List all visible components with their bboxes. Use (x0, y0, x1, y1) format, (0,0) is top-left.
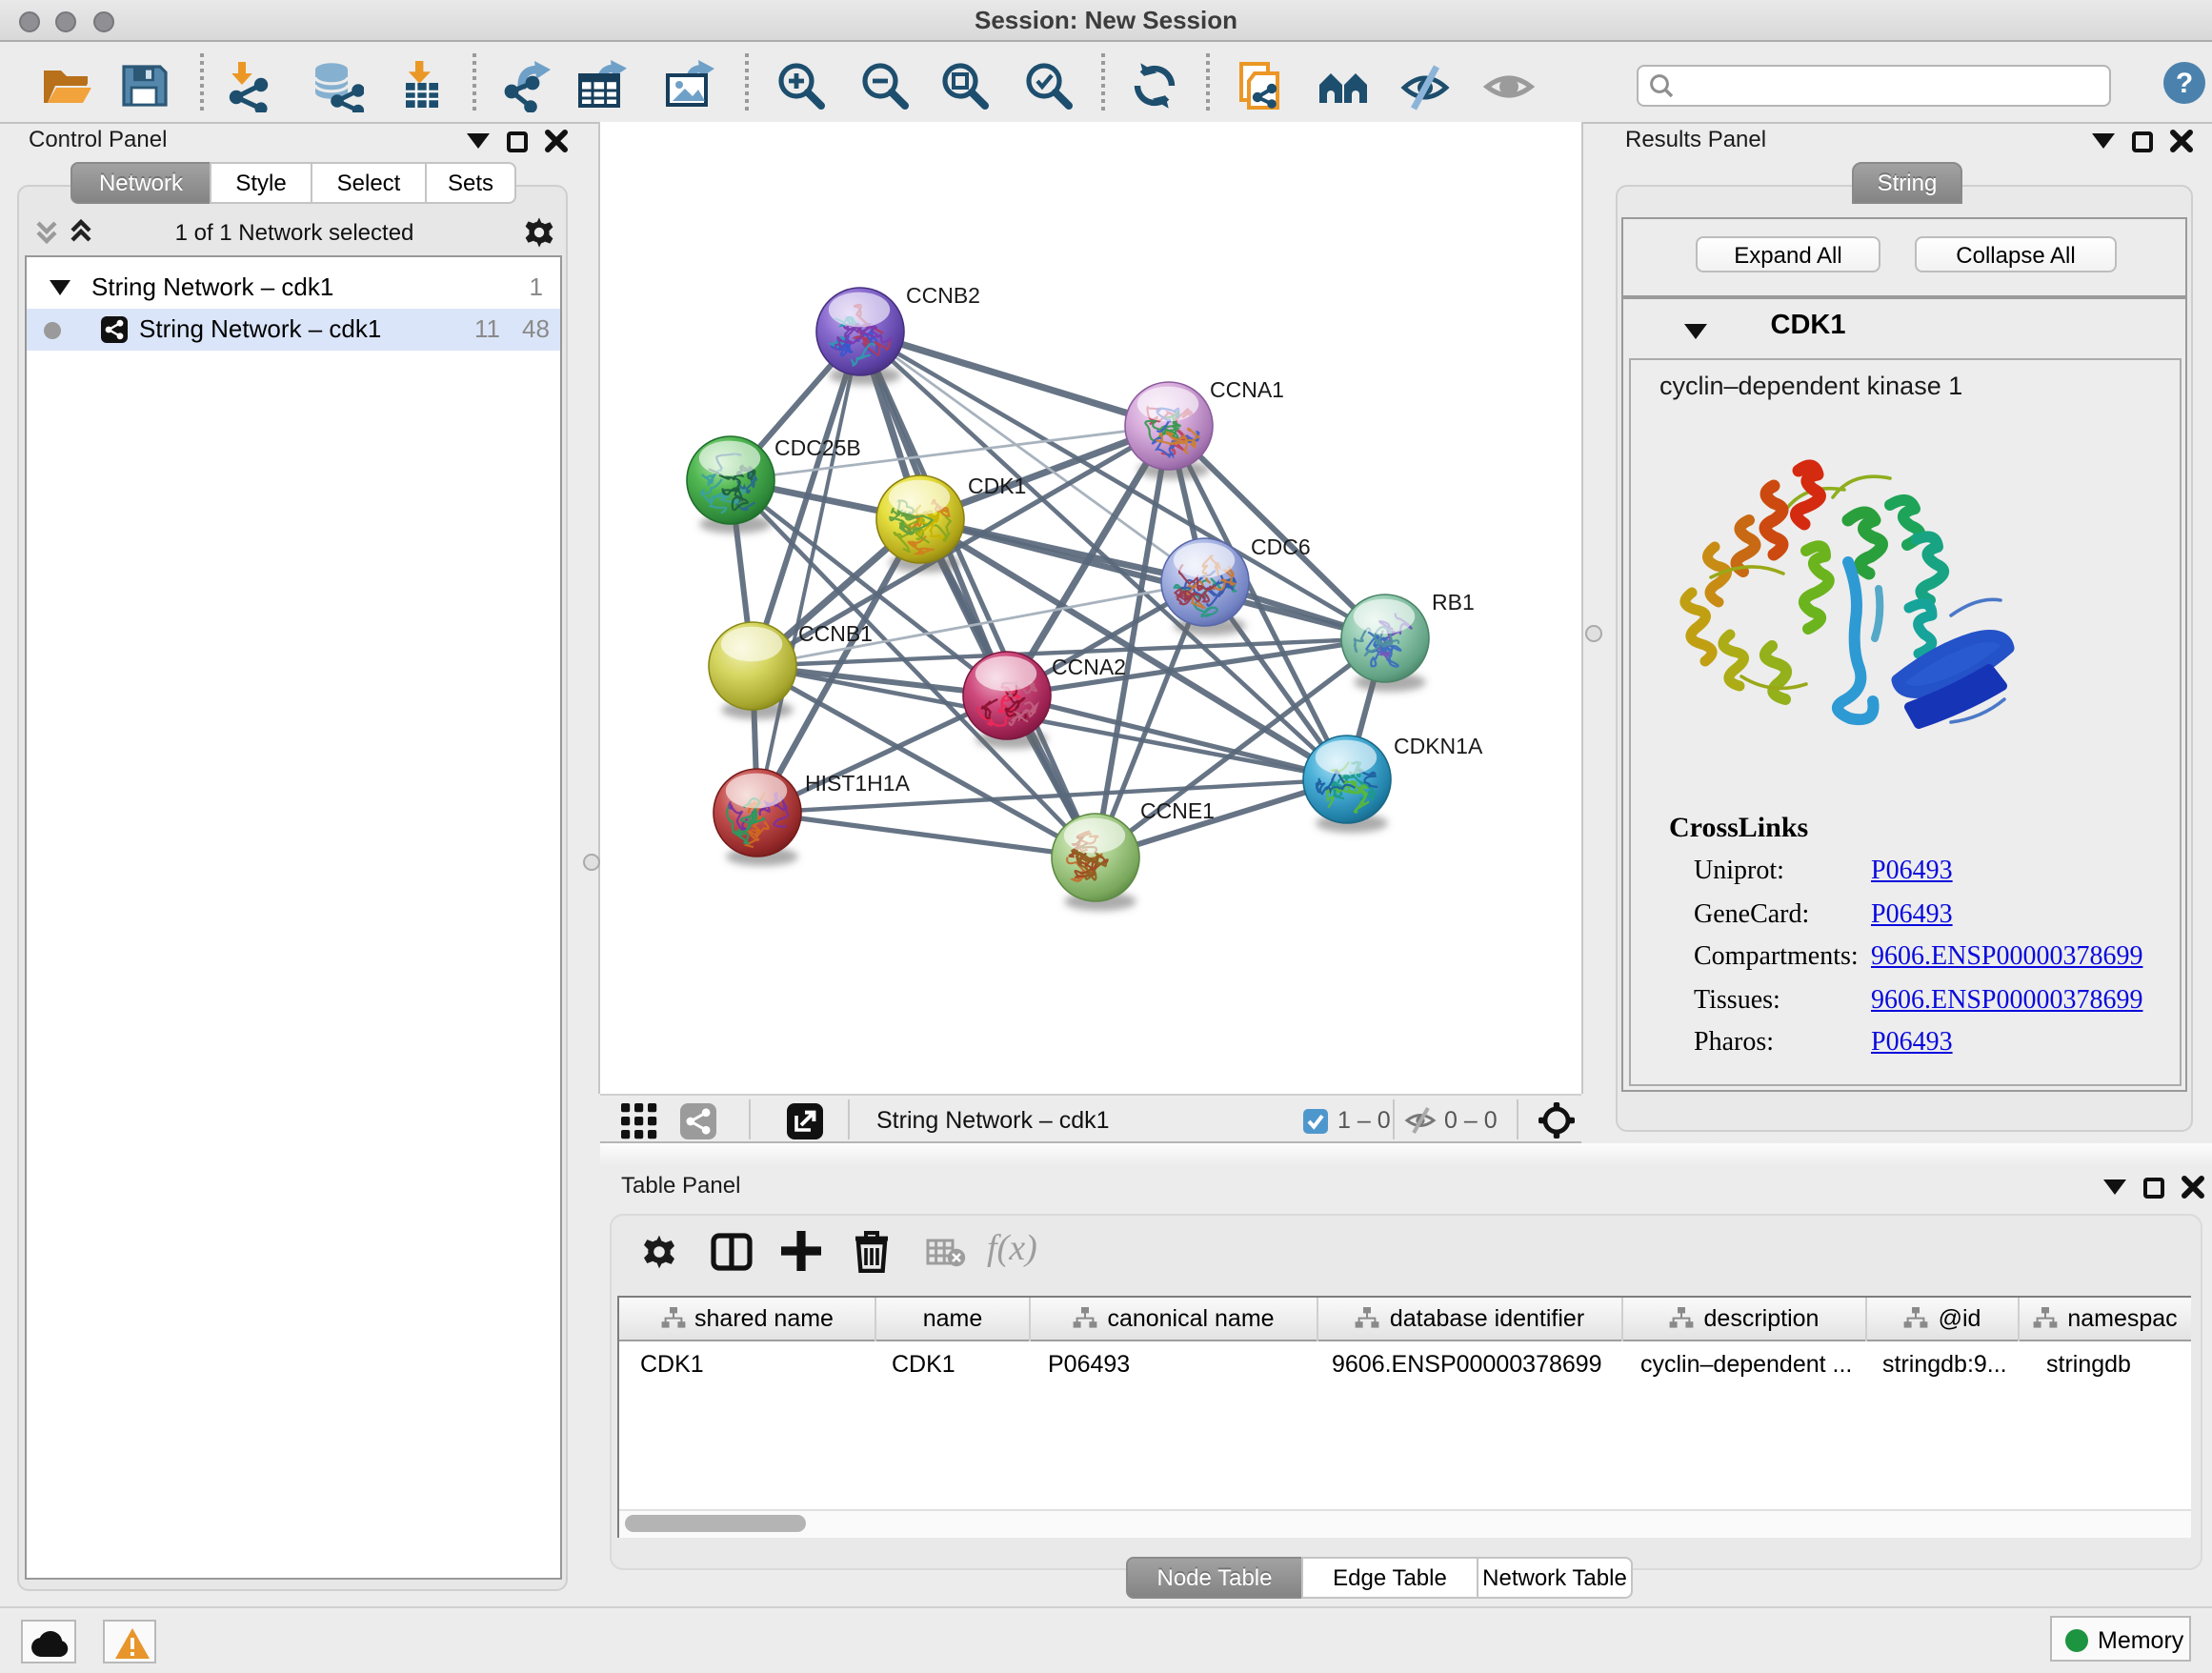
svg-text:CDK1: CDK1 (968, 474, 1026, 498)
svg-text:CCNB1: CCNB1 (798, 621, 873, 646)
svg-text:CDC25B: CDC25B (774, 435, 861, 460)
svg-text:CCNE1: CCNE1 (1140, 798, 1215, 823)
svg-text:HIST1H1A: HIST1H1A (805, 771, 911, 796)
svg-text:CDC6: CDC6 (1251, 534, 1311, 559)
svg-text:CCNA2: CCNA2 (1052, 655, 1126, 679)
svg-text:CCNA1: CCNA1 (1210, 377, 1284, 402)
svg-text:RB1: RB1 (1432, 590, 1475, 615)
svg-text:?: ? (2176, 68, 2193, 99)
svg-text:CCNB2: CCNB2 (906, 283, 980, 308)
svg-text:CDKN1A: CDKN1A (1394, 734, 1483, 758)
